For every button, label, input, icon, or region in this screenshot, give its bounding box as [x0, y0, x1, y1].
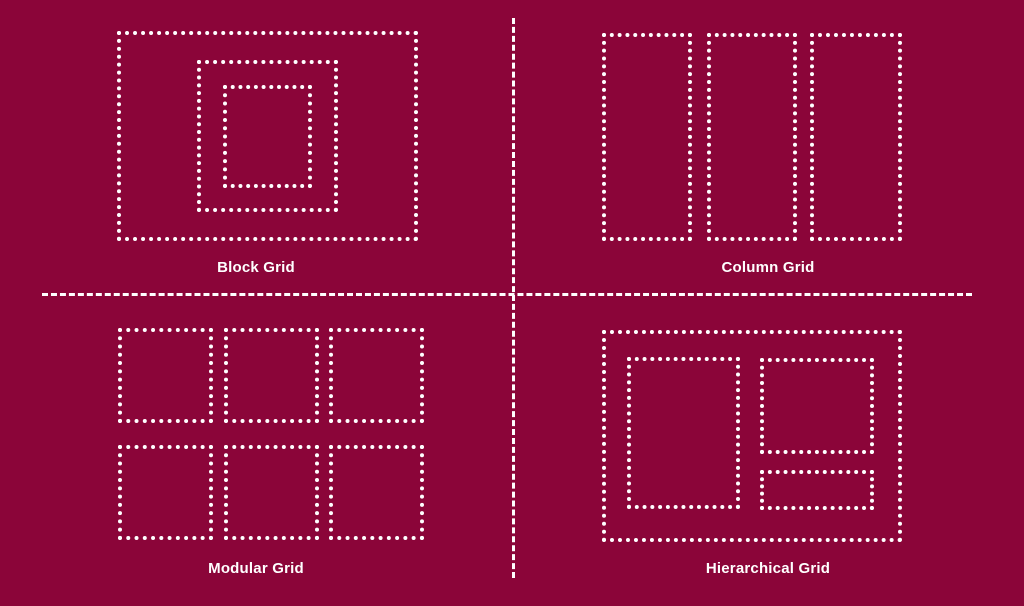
diagram-canvas: Block Grid Column Grid Modular Grid Hier… [0, 0, 1024, 606]
module-cell [224, 328, 319, 423]
column-2-shape [707, 33, 797, 241]
hierarchical-grid-label: Hierarchical Grid [705, 560, 831, 577]
hierarchy-secondary-shape [760, 358, 874, 454]
hierarchical-grid-diagram [602, 330, 902, 542]
quadrant-block-grid: Block Grid [0, 0, 512, 294]
column-grid-diagram [602, 33, 902, 241]
column-3-shape [810, 33, 902, 241]
block-grid-diagram [117, 31, 418, 241]
module-cell [329, 328, 424, 423]
inner-block-shape [223, 85, 312, 188]
hierarchy-primary-shape [627, 357, 740, 509]
hierarchy-tertiary-shape [760, 470, 874, 510]
module-cell [118, 445, 213, 540]
modular-grid-diagram [118, 328, 424, 540]
module-cell [329, 445, 424, 540]
module-cell [118, 328, 213, 423]
column-grid-label: Column Grid [721, 259, 815, 276]
module-cell [224, 445, 319, 540]
modular-grid-label: Modular Grid [208, 560, 304, 577]
block-grid-label: Block Grid [217, 259, 295, 276]
column-1-shape [602, 33, 692, 241]
